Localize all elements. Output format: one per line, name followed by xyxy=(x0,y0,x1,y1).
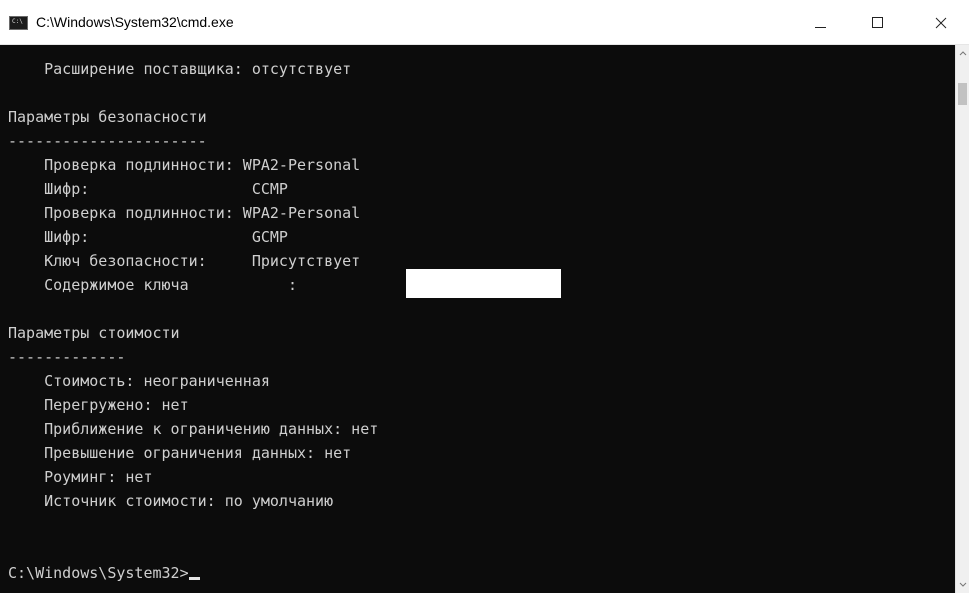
maximize-icon xyxy=(872,17,883,28)
maximize-button[interactable] xyxy=(855,0,901,45)
console-line-10: Содержимое ключа : xyxy=(8,276,297,294)
scroll-thumb[interactable] xyxy=(958,83,967,105)
console-output[interactable]: Расширение поставщика: отсутствует Парам… xyxy=(0,45,955,593)
close-button[interactable] xyxy=(918,0,964,45)
scroll-up-button[interactable] xyxy=(956,45,969,62)
cmd-icon[interactable]: C:\ xyxy=(9,16,28,30)
console-line-15: Перегружено: нет xyxy=(8,396,189,414)
close-icon xyxy=(935,17,947,29)
scroll-down-button[interactable] xyxy=(956,576,969,593)
scroll-down-icon xyxy=(959,582,967,587)
console-line-7: Проверка подлинности: WPA2-Personal xyxy=(8,204,361,222)
prompt-text: C:\Windows\System32> xyxy=(8,564,189,582)
title-bar[interactable]: C:\ C:\Windows\System32\cmd.exe xyxy=(0,0,969,45)
text-cursor xyxy=(188,577,200,580)
prompt-line[interactable]: C:\Windows\System32> xyxy=(8,561,200,585)
console-line-9: Ключ безопасности: Присутствует xyxy=(8,252,361,270)
console-line-12: Параметры стоимости xyxy=(8,324,180,342)
console-line-8: Шифр: GCMP xyxy=(8,228,288,246)
vertical-scrollbar[interactable] xyxy=(955,45,969,593)
redacted-key-value xyxy=(406,269,561,298)
minimize-icon xyxy=(815,27,826,28)
console-line-5: Проверка подлинности: WPA2-Personal xyxy=(8,156,361,174)
console-line-3: Параметры безопасности xyxy=(8,108,207,126)
console-line-6: Шифр: CCMP xyxy=(8,180,288,198)
console-line-4: ---------------------- xyxy=(8,132,207,150)
window-title: C:\Windows\System32\cmd.exe xyxy=(36,14,234,30)
console-line-17: Превышение ограничения данных: нет xyxy=(8,444,352,462)
console-line-13: ------------- xyxy=(8,348,126,366)
console-line-14: Стоимость: неограниченная xyxy=(8,372,270,390)
minimize-button[interactable] xyxy=(797,0,843,45)
console-line-18: Роуминг: нет xyxy=(8,468,153,486)
console-line-19: Источник стоимости: по умолчанию xyxy=(8,492,334,510)
cmd-window: C:\ C:\Windows\System32\cmd.exe Расширен… xyxy=(0,0,969,593)
cmd-icon-text: C:\ xyxy=(12,18,23,25)
console-line-16: Приближение к ограничению данных: нет xyxy=(8,420,379,438)
scroll-up-icon xyxy=(959,51,967,56)
console-line-1: Расширение поставщика: отсутствует xyxy=(8,60,352,78)
